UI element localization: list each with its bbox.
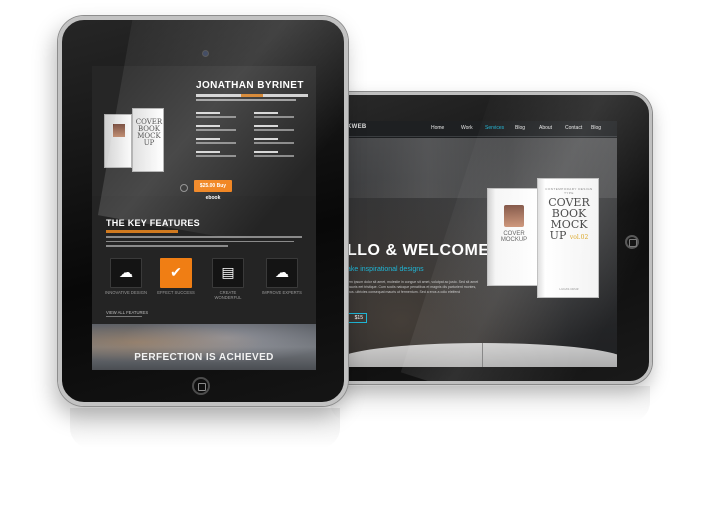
large-book-top-text: CONTEMPORARY DESIGN TYPE xyxy=(545,187,593,195)
book-cover-large: COVER BOOK MOCK UP xyxy=(132,108,164,172)
feature-label: EFFECT SUCCESS xyxy=(157,290,195,295)
hero-section: LLO & WELCOME ake inspirational designs … xyxy=(347,138,617,367)
feature-label: INNOVATIVE DESIGN xyxy=(105,290,147,295)
nav-home[interactable]: Home xyxy=(431,125,444,131)
site-logo[interactable]: KWEB xyxy=(347,124,367,130)
large-book-title: COVER BOOK MOCK UP vol.02 xyxy=(542,197,596,243)
large-book-cover: CONTEMPORARY DESIGN TYPE COVER BOOK MOCK… xyxy=(537,178,599,298)
book-cover-small xyxy=(104,114,132,168)
large-book-volume: vol.02 xyxy=(569,234,589,241)
feature-tile[interactable]: ☁ xyxy=(110,258,142,288)
book-specs-left xyxy=(196,112,246,164)
divider xyxy=(106,316,142,317)
hero-subheading: ake inspirational designs xyxy=(347,266,424,273)
book-title: COVER BOOK MOCK UP xyxy=(135,119,163,147)
small-book-title: COVER MOCKUP xyxy=(500,231,528,243)
nav-services[interactable]: Services xyxy=(485,125,504,131)
cloud-upload-icon: ☁ xyxy=(119,264,133,280)
book-title-line: UP xyxy=(143,139,155,147)
preview-circle-icon[interactable] xyxy=(180,184,188,192)
feature-tile-active[interactable]: ✔ xyxy=(160,258,192,288)
book-covers: COVER BOOK MOCK UP xyxy=(104,104,166,176)
nav-about[interactable]: About xyxy=(539,125,552,131)
landscape-tablet: LLO & WELCOME ake inspirational designs … xyxy=(318,92,652,384)
banner-image xyxy=(92,324,316,370)
small-book-cover: COVER MOCKUP xyxy=(487,188,539,286)
buy-ebook-button[interactable]: $25.00 Buy ebook xyxy=(194,180,232,201)
home-button[interactable] xyxy=(192,377,210,395)
checkmark-icon: ✔ xyxy=(170,264,182,280)
portrait-tablet-screen: JONATHAN BYRINET COVER BOOK MOCK UP $25.… xyxy=(92,66,316,370)
author-portrait xyxy=(504,205,524,227)
home-button[interactable] xyxy=(625,235,639,249)
hero-heading: LLO & WELCOME xyxy=(347,242,490,259)
author-tagline-secondary xyxy=(196,99,296,101)
landscape-tablet-screen: LLO & WELCOME ake inspirational designs … xyxy=(347,121,617,367)
nav-blog[interactable]: Blog xyxy=(515,125,525,131)
hero-paragraph: tem ipsum dolor sit amet, molestie in co… xyxy=(347,280,479,294)
author-tagline xyxy=(196,94,308,97)
browser-window-icon: ▤ xyxy=(221,264,235,280)
cloud-refresh-icon: ☁ xyxy=(275,264,289,280)
price-button[interactable]: $15 xyxy=(347,313,367,323)
feature-tile[interactable]: ▤ xyxy=(212,258,244,288)
features-title: THE KEY FEATURES xyxy=(106,218,200,228)
nav-blog-2[interactable]: Blog xyxy=(591,125,601,131)
open-book-image xyxy=(347,343,617,367)
large-book-title-up: UP xyxy=(549,229,567,242)
author-name: JONATHAN BYRINET xyxy=(196,80,304,91)
nav-contact[interactable]: Contact xyxy=(565,125,582,131)
top-navigation: KWEB Home Work Services Blog About Conta… xyxy=(347,121,617,137)
portrait-tablet: JONATHAN BYRINET COVER BOOK MOCK UP $25.… xyxy=(58,16,348,406)
nav-work[interactable]: Work xyxy=(461,125,473,131)
book-specs-right xyxy=(254,112,304,164)
feature-tile[interactable]: ☁ xyxy=(266,258,298,288)
large-book-title-line: UP vol.02 xyxy=(542,230,596,243)
landscape-tablet-reflection xyxy=(330,386,650,422)
large-book-author: LUCAS CRUZ xyxy=(559,287,579,291)
portrait-tablet-reflection xyxy=(70,408,340,448)
features-description xyxy=(106,236,302,250)
author-portrait xyxy=(113,124,125,137)
feature-label: IMPROVE EXPERTS xyxy=(262,290,302,295)
features-subtitle xyxy=(106,230,178,233)
view-all-features-link[interactable]: VIEW ALL FEATURES xyxy=(106,310,148,315)
banner-heading: PERFECTION IS ACHIEVED xyxy=(134,352,274,363)
feature-label: CREATE WONDERFUL xyxy=(214,290,242,300)
camera-icon xyxy=(202,50,209,57)
